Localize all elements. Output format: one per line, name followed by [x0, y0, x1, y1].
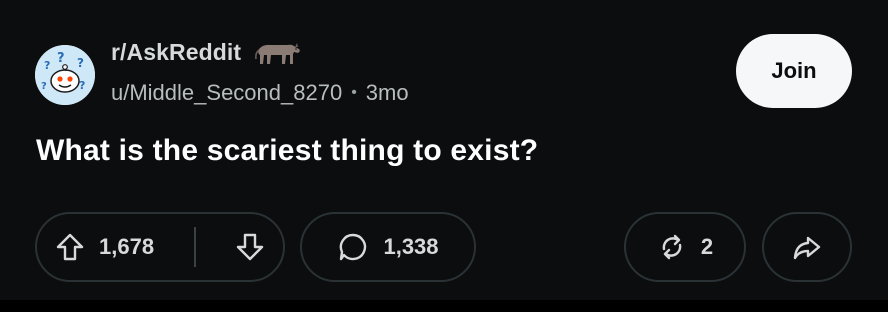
arrow-up-icon[interactable] [55, 232, 85, 262]
comments-button[interactable]: 1,338 [300, 212, 476, 282]
share-arrow-icon [791, 231, 823, 263]
svg-text:?: ? [41, 81, 47, 92]
vote-divider [193, 227, 196, 267]
meta-separator: • [351, 84, 357, 101]
join-button[interactable]: Join [736, 34, 852, 108]
horse-badge-icon [253, 37, 303, 67]
subreddit-row: r/AskReddit [111, 38, 303, 66]
svg-text:?: ? [79, 79, 85, 92]
reddit-snoo-icon: ? ? ? ? ? [35, 45, 95, 105]
subreddit-name[interactable]: r/AskReddit [111, 39, 241, 66]
post-title[interactable]: What is the scariest thing to exist? [36, 134, 836, 168]
post-meta: u/Middle_Second_8270 • 3mo [111, 78, 409, 108]
upvote-group: 1,678 [55, 232, 154, 262]
svg-text:?: ? [44, 59, 50, 72]
subreddit-avatar[interactable]: ? ? ? ? ? [35, 45, 95, 105]
crosspost-count: 2 [700, 234, 714, 259]
share-button[interactable] [762, 212, 852, 282]
post-age: 3mo [365, 80, 409, 105]
comment-count: 1,338 [383, 234, 439, 259]
crosspost-button[interactable]: 2 [624, 212, 746, 282]
crosspost-icon [657, 232, 687, 262]
svg-text:?: ? [57, 51, 65, 66]
vote-bar: 1,678 [35, 212, 285, 282]
comment-bubble-icon [337, 231, 369, 263]
svg-text:?: ? [77, 56, 84, 70]
author-name[interactable]: u/Middle_Second_8270 [111, 80, 342, 106]
post-card[interactable]: ? ? ? ? ? r/AskReddit u/Middle_Second_82… [0, 0, 888, 300]
upvote-count: 1,678 [99, 234, 155, 259]
arrow-down-icon[interactable] [235, 232, 265, 262]
